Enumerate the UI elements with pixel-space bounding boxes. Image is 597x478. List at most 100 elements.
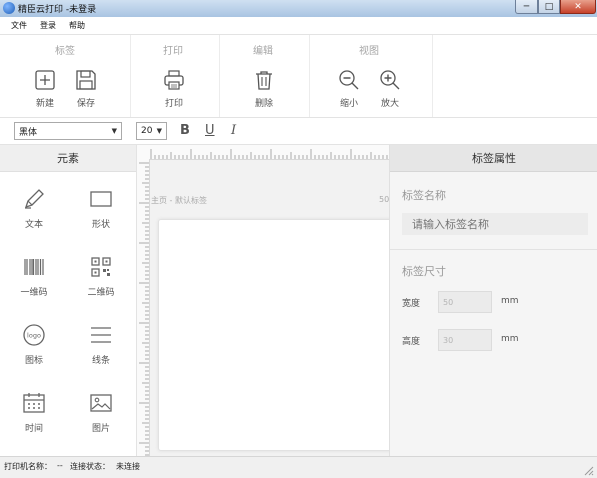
title-bar: 精臣云打印 -未登录 ─ □ ✕ xyxy=(0,0,597,18)
menu-login[interactable]: 登录 xyxy=(40,20,56,31)
logo-icon: logo xyxy=(23,324,45,346)
element-label: 时间 xyxy=(24,424,43,434)
zoom-out-label: 缩小 xyxy=(339,99,358,109)
group-title-label: 标签 xyxy=(55,46,75,57)
width-label: 宽度 xyxy=(402,299,421,309)
element-label: 一维码 xyxy=(20,288,48,298)
menu-bar: 文件 登录 帮助 xyxy=(0,17,597,35)
chevron-down-icon: ▼ xyxy=(156,127,162,135)
properties-panel: 标签属性 标签名称 标签尺寸 宽度 50 mm 高度 30 mm xyxy=(389,145,597,456)
element-barcode[interactable]: 一维码 xyxy=(9,255,59,311)
save-label: 保存 xyxy=(76,99,95,109)
elements-panel: 元素 文本 形状 一维码 二维码 logo 图标 线条 时间 图片 xyxy=(0,145,137,456)
properties-panel-title: 标签属性 xyxy=(390,145,597,172)
element-label: 线条 xyxy=(91,356,110,366)
page-label: 主页 - 默认标签 xyxy=(151,196,207,205)
zoom-in-button[interactable]: 放大 xyxy=(372,69,408,113)
height-label: 高度 xyxy=(402,337,421,347)
group-divider xyxy=(130,35,131,117)
bold-button[interactable]: B xyxy=(180,123,190,138)
width-input[interactable]: 50 xyxy=(438,291,492,313)
barcode-icon xyxy=(24,259,44,275)
print-button[interactable]: 打印 xyxy=(156,69,192,113)
group-title-print: 打印 xyxy=(163,46,183,57)
pencil-icon xyxy=(24,189,44,209)
element-label: 形状 xyxy=(91,220,110,230)
menu-file[interactable]: 文件 xyxy=(11,20,27,31)
element-shape[interactable]: 形状 xyxy=(76,187,126,243)
group-divider xyxy=(309,35,310,117)
elements-panel-title: 元素 xyxy=(0,145,136,172)
width-value: 50 xyxy=(443,297,454,307)
save-button[interactable]: 保存 xyxy=(68,69,104,113)
group-title-edit: 编辑 xyxy=(253,46,273,57)
resize-grip-icon[interactable] xyxy=(582,464,594,476)
ribbon-toolbar: 标签 打印 编辑 视图 新建 保存 打印 删除 缩小 放大 xyxy=(0,35,597,118)
height-unit: mm xyxy=(501,334,519,344)
connection-status-value: 未连接 xyxy=(116,462,140,471)
close-button[interactable]: ✕ xyxy=(560,0,596,14)
save-disk-icon xyxy=(76,70,96,90)
maximize-button[interactable]: □ xyxy=(538,0,560,14)
height-input[interactable]: 30 xyxy=(438,329,492,351)
divider xyxy=(390,249,597,250)
calendar-icon xyxy=(23,393,45,413)
status-bar: 打印机名称： -- 连接状态： 未连接 xyxy=(0,456,597,478)
element-time[interactable]: 时间 xyxy=(9,391,59,447)
element-lines[interactable]: 线条 xyxy=(76,323,126,379)
zoom-in-label: 放大 xyxy=(380,99,399,109)
app-logo-icon xyxy=(3,2,15,14)
format-toolbar: 黑体 ▼ 20 ▼ B U I xyxy=(0,118,597,145)
page-size-label: 50 xyxy=(379,195,389,204)
zoom-out-button[interactable]: 缩小 xyxy=(331,69,367,113)
element-label: 图片 xyxy=(91,424,110,434)
element-text[interactable]: 文本 xyxy=(9,187,59,243)
element-label: 二维码 xyxy=(87,288,115,298)
element-logo[interactable]: logo 图标 xyxy=(9,323,59,379)
group-title-view: 视图 xyxy=(359,46,379,57)
menu-help[interactable]: 帮助 xyxy=(69,20,85,31)
delete-button[interactable]: 删除 xyxy=(246,69,282,113)
label-name-input[interactable] xyxy=(402,213,588,235)
font-family-value: 黑体 xyxy=(19,127,38,138)
lines-icon xyxy=(91,327,111,343)
horizontal-ruler xyxy=(137,145,389,160)
label-name-title: 标签名称 xyxy=(402,189,446,202)
canvas-area[interactable]: 主页 - 默认标签 50 xyxy=(137,145,389,456)
label-size-title: 标签尺寸 xyxy=(402,265,446,278)
delete-label: 删除 xyxy=(254,99,273,109)
new-label: 新建 xyxy=(35,99,54,109)
italic-button[interactable]: I xyxy=(231,123,236,138)
element-qrcode[interactable]: 二维码 xyxy=(76,255,126,311)
chevron-down-icon: ▼ xyxy=(111,127,117,135)
font-size-value: 20 xyxy=(141,126,153,136)
trash-icon xyxy=(256,71,272,90)
zoom-out-icon xyxy=(339,70,359,90)
label-canvas[interactable] xyxy=(158,219,389,451)
qrcode-icon xyxy=(91,257,111,277)
connection-status-label: 连接状态： xyxy=(70,462,110,471)
underline-button[interactable]: U xyxy=(205,123,215,138)
new-button[interactable]: 新建 xyxy=(27,69,63,113)
add-square-icon xyxy=(35,70,55,90)
font-size-select[interactable]: 20 ▼ xyxy=(136,122,167,140)
element-label: 图标 xyxy=(24,356,43,366)
printer-name-value: -- xyxy=(57,461,63,470)
printer-icon xyxy=(164,70,184,90)
window-title: 精臣云打印 -未登录 xyxy=(18,5,97,15)
element-label: 文本 xyxy=(24,220,43,230)
group-divider xyxy=(219,35,220,117)
zoom-in-icon xyxy=(380,70,400,90)
print-label: 打印 xyxy=(164,99,183,109)
image-icon xyxy=(90,394,112,412)
font-family-select[interactable]: 黑体 ▼ xyxy=(14,122,122,140)
width-unit: mm xyxy=(501,296,519,306)
logo-icon-text: logo xyxy=(27,332,41,340)
height-value: 30 xyxy=(443,335,454,345)
group-divider xyxy=(432,35,433,117)
element-image[interactable]: 图片 xyxy=(76,391,126,447)
printer-name-label: 打印机名称： xyxy=(4,462,52,471)
vertical-ruler xyxy=(137,159,150,456)
minimize-button[interactable]: ─ xyxy=(515,0,538,14)
rectangle-icon xyxy=(90,191,112,207)
